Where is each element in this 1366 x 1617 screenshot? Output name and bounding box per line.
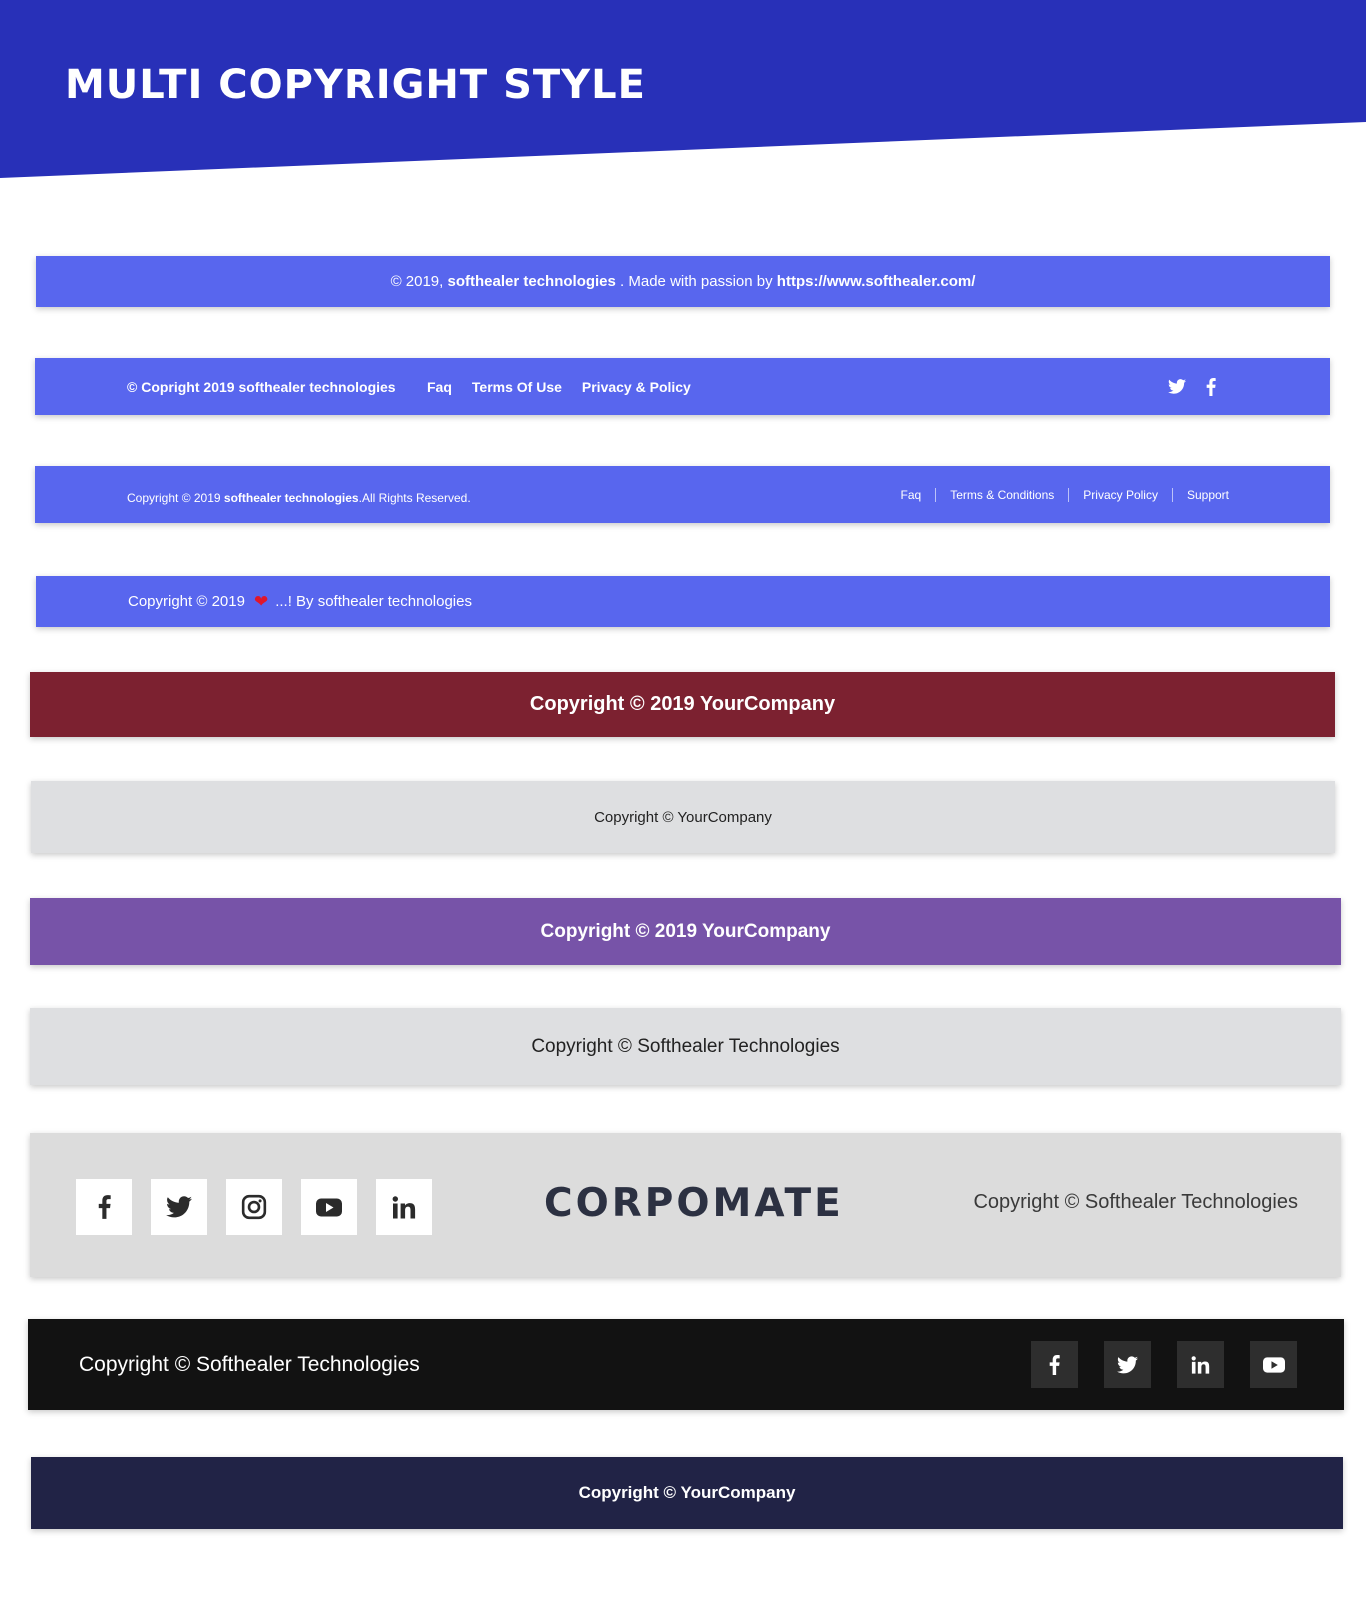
copyright-footer-5: Copyright © 2019 YourCompany (30, 672, 1335, 737)
page-header: MULTI COPYRIGHT STYLE (0, 0, 1366, 180)
faq-link[interactable]: Faq (887, 488, 936, 502)
copyright-prefix: Copyright © 2019 (128, 593, 245, 610)
footer-links: Faq Terms Of Use Privacy & Policy (427, 379, 691, 395)
rights-text: .All Rights Reserved. (358, 491, 471, 505)
copyright-footer-10: Copyright © Softhealer Technologies (28, 1319, 1344, 1410)
social-links (1168, 377, 1216, 396)
copyright-text: Copyright © 2019 YourCompany (529, 693, 836, 715)
copyright-text: Copyright © YourCompany (578, 1483, 796, 1502)
byline-text: ...! By softhealer technologies (275, 593, 472, 610)
copyright-text: Copyright © Softhealer Technologies (79, 1352, 420, 1376)
instagram-icon[interactable] (226, 1179, 282, 1235)
linkedin-icon[interactable] (376, 1179, 432, 1235)
copyright-footer-7: Copyright © 2019 YourCompany (30, 898, 1341, 965)
copyright-text: Copyright © 2019 ❤ ...! By softhealer te… (128, 592, 472, 612)
copyright-footer-9: CORPOMATE Copyright © Softhealer Technol… (30, 1133, 1341, 1277)
copyright-text: © Copright 2019 softhealer technologies (127, 378, 396, 395)
copyright-footer-3: Copyright © 2019 softhealer technologies… (35, 466, 1330, 523)
support-link[interactable]: Support (1171, 488, 1229, 502)
made-with-text: . Made with passion by (620, 273, 773, 290)
copyright-footer-1: © 2019, softhealer technologies . Made w… (36, 256, 1330, 307)
copyright-text: Copyright © 2019 softhealer technologies… (127, 491, 471, 505)
copyright-text: Copyright © YourCompany (594, 808, 772, 826)
youtube-icon[interactable] (301, 1179, 357, 1235)
corpomate-logo: CORPOMATE (544, 1181, 844, 1226)
copyright-footer-4: Copyright © 2019 ❤ ...! By softhealer te… (36, 576, 1330, 627)
privacy-policy-link[interactable]: Privacy & Policy (582, 379, 691, 395)
footer-links: Faq Terms & Conditions Privacy Policy Su… (887, 488, 1229, 502)
website-link[interactable]: https://www.softhealer.com/ (777, 273, 976, 290)
copyright-text: Copyright © Softhealer Technologies (973, 1191, 1298, 1213)
twitter-icon[interactable] (1168, 379, 1186, 394)
twitter-icon[interactable] (151, 1179, 207, 1235)
linkedin-icon[interactable] (1177, 1341, 1224, 1388)
copyright-prefix: Copyright © 2019 (127, 491, 221, 505)
copyright-footer-11: Copyright © YourCompany (31, 1457, 1343, 1529)
facebook-icon[interactable] (76, 1179, 132, 1235)
facebook-icon[interactable] (1031, 1341, 1078, 1388)
facebook-icon[interactable] (1206, 377, 1216, 396)
terms-of-use-link[interactable]: Terms Of Use (472, 379, 562, 395)
social-links (76, 1179, 432, 1235)
copyright-text: Copyright © 2019 YourCompany (540, 920, 831, 942)
copyright-footer-6: Copyright © YourCompany (31, 781, 1335, 853)
heart-icon: ❤ (253, 591, 269, 611)
copyright-footer-2: © Copright 2019 softhealer technologies … (35, 358, 1330, 415)
social-links (1031, 1341, 1297, 1388)
copyright-text: Copyright © Softhealer Technologies (531, 1035, 840, 1057)
terms-conditions-link[interactable]: Terms & Conditions (935, 488, 1068, 502)
copyright-prefix: © 2019, (390, 273, 444, 290)
privacy-policy-link[interactable]: Privacy Policy (1068, 488, 1172, 502)
company-name: softhealer technologies (223, 491, 359, 505)
youtube-icon[interactable] (1250, 1341, 1297, 1388)
faq-link[interactable]: Faq (427, 379, 452, 395)
company-name: softhealer technologies (447, 273, 616, 290)
copyright-footer-8: Copyright © Softhealer Technologies (30, 1008, 1341, 1085)
page-title: MULTI COPYRIGHT STYLE (65, 62, 646, 108)
twitter-icon[interactable] (1104, 1341, 1151, 1388)
